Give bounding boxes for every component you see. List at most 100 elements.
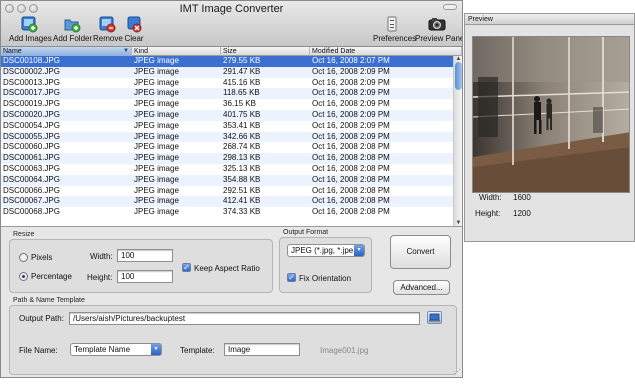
output-path-input[interactable]: /Users/aish/Pictures/backuptest xyxy=(69,312,420,325)
preview-width-value: 1600 xyxy=(513,193,531,202)
cell-kind: JPEG image xyxy=(134,207,179,217)
table-row[interactable]: DSC00017.JPG JPEG image 118.65 KB Oct 16, 2… xyxy=(1,88,453,100)
pixels-radio[interactable] xyxy=(19,253,28,262)
file-name-popup[interactable]: Template Name ▾ xyxy=(70,343,162,356)
keep-aspect-ratio-label: Keep Aspect Ratio xyxy=(194,264,260,273)
cell-kind: JPEG image xyxy=(134,131,179,141)
sort-descending-icon: ▼ xyxy=(123,48,129,54)
output-format-group-label: Output Format xyxy=(283,229,329,236)
cell-kind: JPEG image xyxy=(134,153,179,163)
column-header-name[interactable]: Name xyxy=(1,47,132,56)
cell-modified-date: Oct 16, 2008 2:08 PM xyxy=(312,174,390,184)
cell-modified-date: Oct 16, 2008 2:08 PM xyxy=(312,196,390,206)
resize-group: Pixels Percentage Width: 100 Height: 100… xyxy=(9,239,273,293)
cell-name: DSC00061.JPG xyxy=(3,153,60,163)
table-row[interactable]: DSC00020.JPG JPEG image 401.75 KB Oct 16, 2… xyxy=(1,109,453,121)
height-input[interactable]: 100 xyxy=(117,270,173,283)
table-row[interactable]: DSC00068.JPG JPEG image 374.33 KB Oct 16, 2… xyxy=(1,207,453,218)
cell-kind: JPEG image xyxy=(134,120,179,130)
column-header-kind[interactable]: Kind xyxy=(132,47,221,56)
cell-kind: JPEG image xyxy=(134,77,179,87)
browse-folder-button[interactable] xyxy=(427,311,442,324)
cell-name: DSC00060.JPG xyxy=(3,142,60,152)
template-input[interactable]: Image xyxy=(224,343,300,356)
cell-kind: JPEG image xyxy=(134,196,179,206)
table-row[interactable]: DSC00108.JPG JPEG image 279.55 KB Oct 16, 2… xyxy=(1,56,453,67)
table-row[interactable]: DSC00067.JPG JPEG image 412.41 KB Oct 16, 2… xyxy=(1,196,453,208)
cell-size: 415.16 KB xyxy=(223,77,261,87)
convert-button[interactable]: Convert xyxy=(390,235,451,269)
camera-icon xyxy=(428,15,446,33)
add-images-button[interactable]: Add Images xyxy=(9,15,52,45)
column-header-modified-date[interactable]: Modified Date xyxy=(310,47,462,56)
cell-kind: JPEG image xyxy=(134,163,179,173)
cell-modified-date: Oct 16, 2008 2:09 PM xyxy=(312,120,390,130)
cell-modified-date: Oct 16, 2008 2:09 PM xyxy=(312,131,390,141)
scroll-down-icon[interactable]: ▼ xyxy=(455,220,462,226)
preview-panel-button[interactable]: Preview Panel xyxy=(415,15,462,45)
cell-size: 279.55 KB xyxy=(223,56,261,65)
preferences-label: Preferences xyxy=(373,34,417,43)
output-format-popup[interactable]: JPEG (*.jpg, *.jpe ▾ xyxy=(287,244,365,257)
preview-height-value: 1200 xyxy=(513,209,531,218)
resize-group-label: Resize xyxy=(13,231,35,238)
column-header-size[interactable]: Size xyxy=(221,47,310,56)
cell-kind: JPEG image xyxy=(134,185,179,195)
height-label: Height: xyxy=(87,273,113,282)
cell-name: DSC00064.JPG xyxy=(3,174,60,184)
cell-kind: JPEG image xyxy=(134,99,179,109)
output-path-label: Output Path: xyxy=(19,314,64,323)
cell-name: DSC00055.JPG xyxy=(3,131,60,141)
cell-modified-date: Oct 16, 2008 2:09 PM xyxy=(312,88,390,98)
window-title: IMT Image Converter xyxy=(179,3,284,15)
cell-kind: JPEG image xyxy=(134,142,179,152)
path-template-group: Output Path: /Users/aish/Pictures/backup… xyxy=(9,305,457,375)
clear-button[interactable]: Clear xyxy=(123,15,145,45)
resize-grip-icon[interactable]: ⋰ xyxy=(454,368,461,376)
table-row[interactable]: DSC00054.JPG JPEG image 353.41 KB Oct 16, 2… xyxy=(1,121,453,132)
table-row[interactable]: DSC00060.JPG JPEG image 268.74 KB Oct 16, 2… xyxy=(1,142,453,153)
add-images-label: Add Images xyxy=(9,34,52,43)
cell-modified-date: Oct 16, 2008 2:09 PM xyxy=(312,66,390,76)
cell-name: DSC00067.JPG xyxy=(3,196,60,206)
preferences-button[interactable]: Preferences xyxy=(373,15,417,45)
toolbar: IMT Image Converter Add Images Add Folde… xyxy=(1,1,462,47)
cell-size: 342.66 KB xyxy=(223,131,261,141)
table-row[interactable]: DSC00002.JPG JPEG image 291.47 KB Oct 16, 2… xyxy=(1,66,453,78)
cell-name: DSC00002.JPG xyxy=(3,66,60,76)
cell-modified-date: Oct 16, 2008 2:09 PM xyxy=(312,77,390,87)
cell-kind: JPEG image xyxy=(134,88,179,98)
table-row[interactable]: DSC00061.JPG JPEG image 298.13 KB Oct 16, 2… xyxy=(1,153,453,164)
table-row[interactable]: DSC00013.JPG JPEG image 415.16 KB Oct 16, 2… xyxy=(1,78,453,89)
table-row[interactable]: DSC00019.JPG JPEG image 36.15 KB Oct 16, 20… xyxy=(1,99,453,110)
table-scrollbar[interactable]: ▲ ▼ xyxy=(453,56,462,226)
advanced-button[interactable]: Advanced... xyxy=(393,280,450,295)
add-folder-icon xyxy=(63,15,81,33)
cell-size: 292.51 KB xyxy=(223,185,261,195)
remove-icon xyxy=(98,15,116,33)
file-table: Name ▼ Kind Size Modified Date DSC00108.… xyxy=(1,47,462,227)
cell-modified-date: Oct 16, 2008 2:09 PM xyxy=(312,109,390,119)
cell-modified-date: Oct 16, 2008 2:08 PM xyxy=(312,153,390,163)
table-row[interactable]: DSC00055.JPG JPEG image 342.66 KB Oct 16, 2… xyxy=(1,131,453,143)
cell-name: DSC00019.JPG xyxy=(3,99,60,109)
width-input[interactable]: 100 xyxy=(117,249,173,262)
table-row[interactable]: DSC00066.JPG JPEG image 292.51 KB Oct 16, 2… xyxy=(1,186,453,197)
cell-name: DSC00017.JPG xyxy=(3,88,60,98)
add-folder-button[interactable]: Add Folder xyxy=(53,15,92,45)
template-label: Template: xyxy=(180,346,215,355)
popup-arrows-icon: ▾ xyxy=(354,245,364,256)
table-row[interactable]: DSC00063.JPG JPEG image 325.13 KB Oct 16, 2… xyxy=(1,164,453,175)
file-name-label: File Name: xyxy=(19,346,58,355)
clear-icon xyxy=(125,15,143,33)
cell-size: 298.13 KB xyxy=(223,153,261,163)
table-row[interactable]: DSC00064.JPG JPEG image 354.88 KB Oct 16, 2… xyxy=(1,174,453,186)
scroll-thumb[interactable] xyxy=(455,62,462,90)
toolbar-toggle-button[interactable] xyxy=(443,4,457,10)
cell-modified-date: Oct 16, 2008 2:08 PM xyxy=(312,185,390,195)
percentage-radio[interactable] xyxy=(19,272,28,281)
cell-size: 401.75 KB xyxy=(223,109,261,119)
fix-orientation-checkbox[interactable]: ✓ xyxy=(287,273,296,282)
keep-aspect-ratio-checkbox[interactable]: ✓ xyxy=(182,263,191,272)
remove-button[interactable]: Remove xyxy=(93,15,123,45)
